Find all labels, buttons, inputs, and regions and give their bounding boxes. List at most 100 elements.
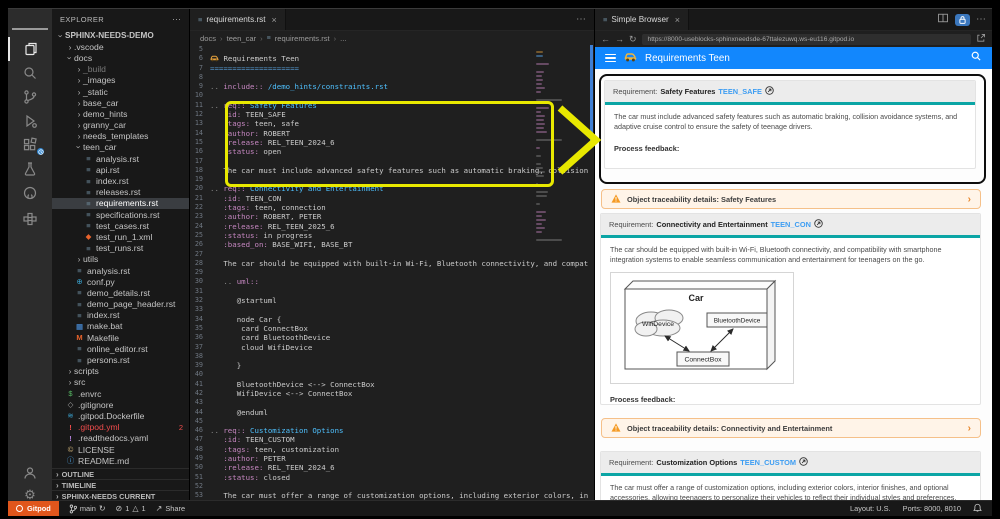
code-line-27[interactable]: 27 <box>190 250 594 259</box>
code-line-10[interactable]: 10 <box>190 91 594 100</box>
permalink-icon[interactable] <box>814 219 823 230</box>
github-icon[interactable] <box>8 181 52 205</box>
chevron-right-icon[interactable]: › <box>968 194 971 205</box>
code-line-39[interactable]: 39 } <box>190 361 594 370</box>
scrollbar-indicator[interactable] <box>590 45 593 141</box>
close-icon[interactable]: × <box>675 15 680 25</box>
breadcrumb-item[interactable]: teen_car <box>227 34 257 43</box>
tree-item-needs-templates[interactable]: › needs_templates <box>52 131 189 142</box>
code-line-37[interactable]: 37 cloud WifiDevice <box>190 343 594 352</box>
tree-item-demo-details-rst[interactable]: ≡ demo_details.rst <box>52 287 189 298</box>
code-line-25[interactable]: 25 :status: in progress <box>190 231 594 240</box>
code-line-50[interactable]: 50 :release: REL_TEEN_2024_6 <box>190 463 594 472</box>
code-line-21[interactable]: 21 :id: TEEN_CON <box>190 194 594 203</box>
code-line-31[interactable]: 31 <box>190 287 594 296</box>
code-line-41[interactable]: 41 BluetoothDevice <--> ConnectBox <box>190 380 594 389</box>
notifications-bell-icon[interactable] <box>973 503 982 515</box>
code-line-20[interactable]: 20.. req:: Connectivity and Entertainmen… <box>190 184 594 193</box>
back-icon[interactable]: ← <box>601 34 610 44</box>
code-line-16[interactable]: 16 :status: open <box>190 147 594 156</box>
ports-indicator[interactable]: Ports: 8000, 8010 <box>903 504 961 513</box>
gitpod-badge[interactable]: Gitpod <box>8 501 59 516</box>
permalink-icon[interactable] <box>799 457 808 468</box>
run-debug-icon[interactable] <box>8 109 52 133</box>
problems-indicator[interactable]: ⊘ 1 △ 1 <box>116 504 146 513</box>
code-line-46[interactable]: 46.. req:: Customization Options <box>190 426 594 435</box>
browser-more-icon[interactable]: ⋯ <box>976 14 986 25</box>
code-line-52[interactable]: 52 <box>190 482 594 491</box>
permalink-icon[interactable] <box>765 86 774 97</box>
account-icon[interactable] <box>8 461 52 485</box>
tree-item-test-runs-rst[interactable]: ≡ test_runs.rst <box>52 243 189 254</box>
split-editor-icon[interactable] <box>937 11 949 29</box>
code-line-40[interactable]: 40 <box>190 370 594 379</box>
extensions-icon[interactable] <box>8 133 52 157</box>
tree-item-makefile[interactable]: M Makefile <box>52 332 189 343</box>
tree-item-test-run-1-xml[interactable]: ◆ test_run_1.xml <box>52 231 189 242</box>
reload-icon[interactable]: ↻ <box>629 34 637 45</box>
code-line-38[interactable]: 38 <box>190 352 594 361</box>
editor-more-icon[interactable]: ⋯ <box>576 14 586 25</box>
tree-item-demo-page-header-rst[interactable]: ≡ demo_page_header.rst <box>52 299 189 310</box>
code-line-17[interactable]: 17 <box>190 157 594 166</box>
code-line-7[interactable]: 7 ==================== <box>190 64 594 73</box>
tree-item--build[interactable]: › _build <box>52 64 189 75</box>
code-line-9[interactable]: 9.. include:: /demo_hints/constraints.rs… <box>190 82 594 91</box>
tree-item-granny-car[interactable]: › granny_car <box>52 120 189 131</box>
tree-item--readthedocs-yaml[interactable]: ! .readthedocs.yaml <box>52 433 189 444</box>
code-line-30[interactable]: 30 .. uml:: <box>190 277 594 286</box>
section-timeline[interactable]: › TIMELINE <box>52 479 189 490</box>
code-line-18[interactable]: 18 The car must include advanced safety … <box>190 166 594 175</box>
tree-item-index-rst[interactable]: ≡ index.rst <box>52 310 189 321</box>
code-line-11[interactable]: 11.. req:: Safety Features <box>190 101 594 110</box>
code-line-49[interactable]: 49 :author: PETER <box>190 454 594 463</box>
code-line-35[interactable]: 35 card ConnectBox <box>190 324 594 333</box>
tree-item-conf-py[interactable]: ⊕ conf.py <box>52 276 189 287</box>
code-line-48[interactable]: 48 :tags: teen, customization <box>190 445 594 454</box>
code-line-43[interactable]: 43 <box>190 398 594 407</box>
code-line-29[interactable]: 29 <box>190 268 594 277</box>
breadcrumb-item[interactable]: docs <box>200 34 216 43</box>
traceability-warning-connectivity[interactable]: Object traceability details: Connectivit… <box>601 418 981 438</box>
code-line-26[interactable]: 26 :based_on: BASE_WIFI, BASE_BT <box>190 240 594 249</box>
code-line-36[interactable]: 36 card BluetoothDevice <box>190 333 594 342</box>
requirement-id-link[interactable]: TEEN_CUSTOM <box>740 458 796 467</box>
tree-item-utils[interactable]: › utils <box>52 254 189 265</box>
close-icon[interactable]: × <box>272 15 277 25</box>
code-line-19[interactable]: 19 <box>190 175 594 184</box>
tree-item--gitpod-dockerfile[interactable]: ≋ .gitpod.Dockerfile <box>52 410 189 421</box>
code-line-8[interactable]: 8 <box>190 73 594 82</box>
explorer-icon[interactable] <box>8 37 52 61</box>
page-menu-icon[interactable] <box>605 52 616 64</box>
tree-item-analysis-rst[interactable]: ≡ analysis.rst <box>52 153 189 164</box>
code-line-12[interactable]: 12 :id: TEEN_SAFE <box>190 110 594 119</box>
page-search-icon[interactable] <box>970 49 982 67</box>
code-line-24[interactable]: 24 :release: REL_TEEN_2025_6 <box>190 222 594 231</box>
tree-item-docs[interactable]: › docs <box>52 52 189 63</box>
tree-item-releases-rst[interactable]: ≡ releases.rst <box>52 187 189 198</box>
tab-requirements-rst[interactable]: ≡ requirements.rst × <box>190 9 286 30</box>
code-line-51[interactable]: 51 :status: closed <box>190 473 594 482</box>
share-button[interactable]: ↗ Share <box>156 504 185 513</box>
section-outline[interactable]: › OUTLINE <box>52 468 189 479</box>
code-line-45[interactable]: 45 <box>190 417 594 426</box>
tree-item-analysis-rst[interactable]: ≡ analysis.rst <box>52 265 189 276</box>
tree-item-license[interactable]: © LICENSE <box>52 444 189 455</box>
search-icon[interactable] <box>8 61 52 85</box>
code-line-34[interactable]: 34 node Car { <box>190 315 594 324</box>
tree-item--envrc[interactable]: $ .envrc <box>52 388 189 399</box>
sync-icon[interactable]: ↻ <box>99 504 106 513</box>
tree-item-requirements-rst[interactable]: ≡ requirements.rst <box>52 197 189 209</box>
code-line-28[interactable]: 28 The car should be equipped with built… <box>190 259 594 268</box>
tree-item-teen-car[interactable]: › teen_car <box>52 142 189 153</box>
code-editor[interactable]: 56 Requirements Teen 7 ===================… <box>190 45 594 501</box>
code-line-44[interactable]: 44 @enduml <box>190 408 594 417</box>
breadcrumb-item[interactable]: requirements.rst <box>275 34 330 43</box>
chevron-right-icon[interactable]: › <box>968 423 971 434</box>
tree-item-api-rst[interactable]: ≡ api.rst <box>52 164 189 175</box>
code-line-32[interactable]: 32 @startuml <box>190 296 594 305</box>
tree-item-index-rst[interactable]: ≡ index.rst <box>52 175 189 186</box>
tree-item--gitpod-yml[interactable]: ! .gitpod.yml 2 <box>52 422 189 433</box>
tab-simple-browser[interactable]: ≡ Simple Browser × <box>595 9 689 30</box>
lock-icon[interactable] <box>955 13 970 26</box>
